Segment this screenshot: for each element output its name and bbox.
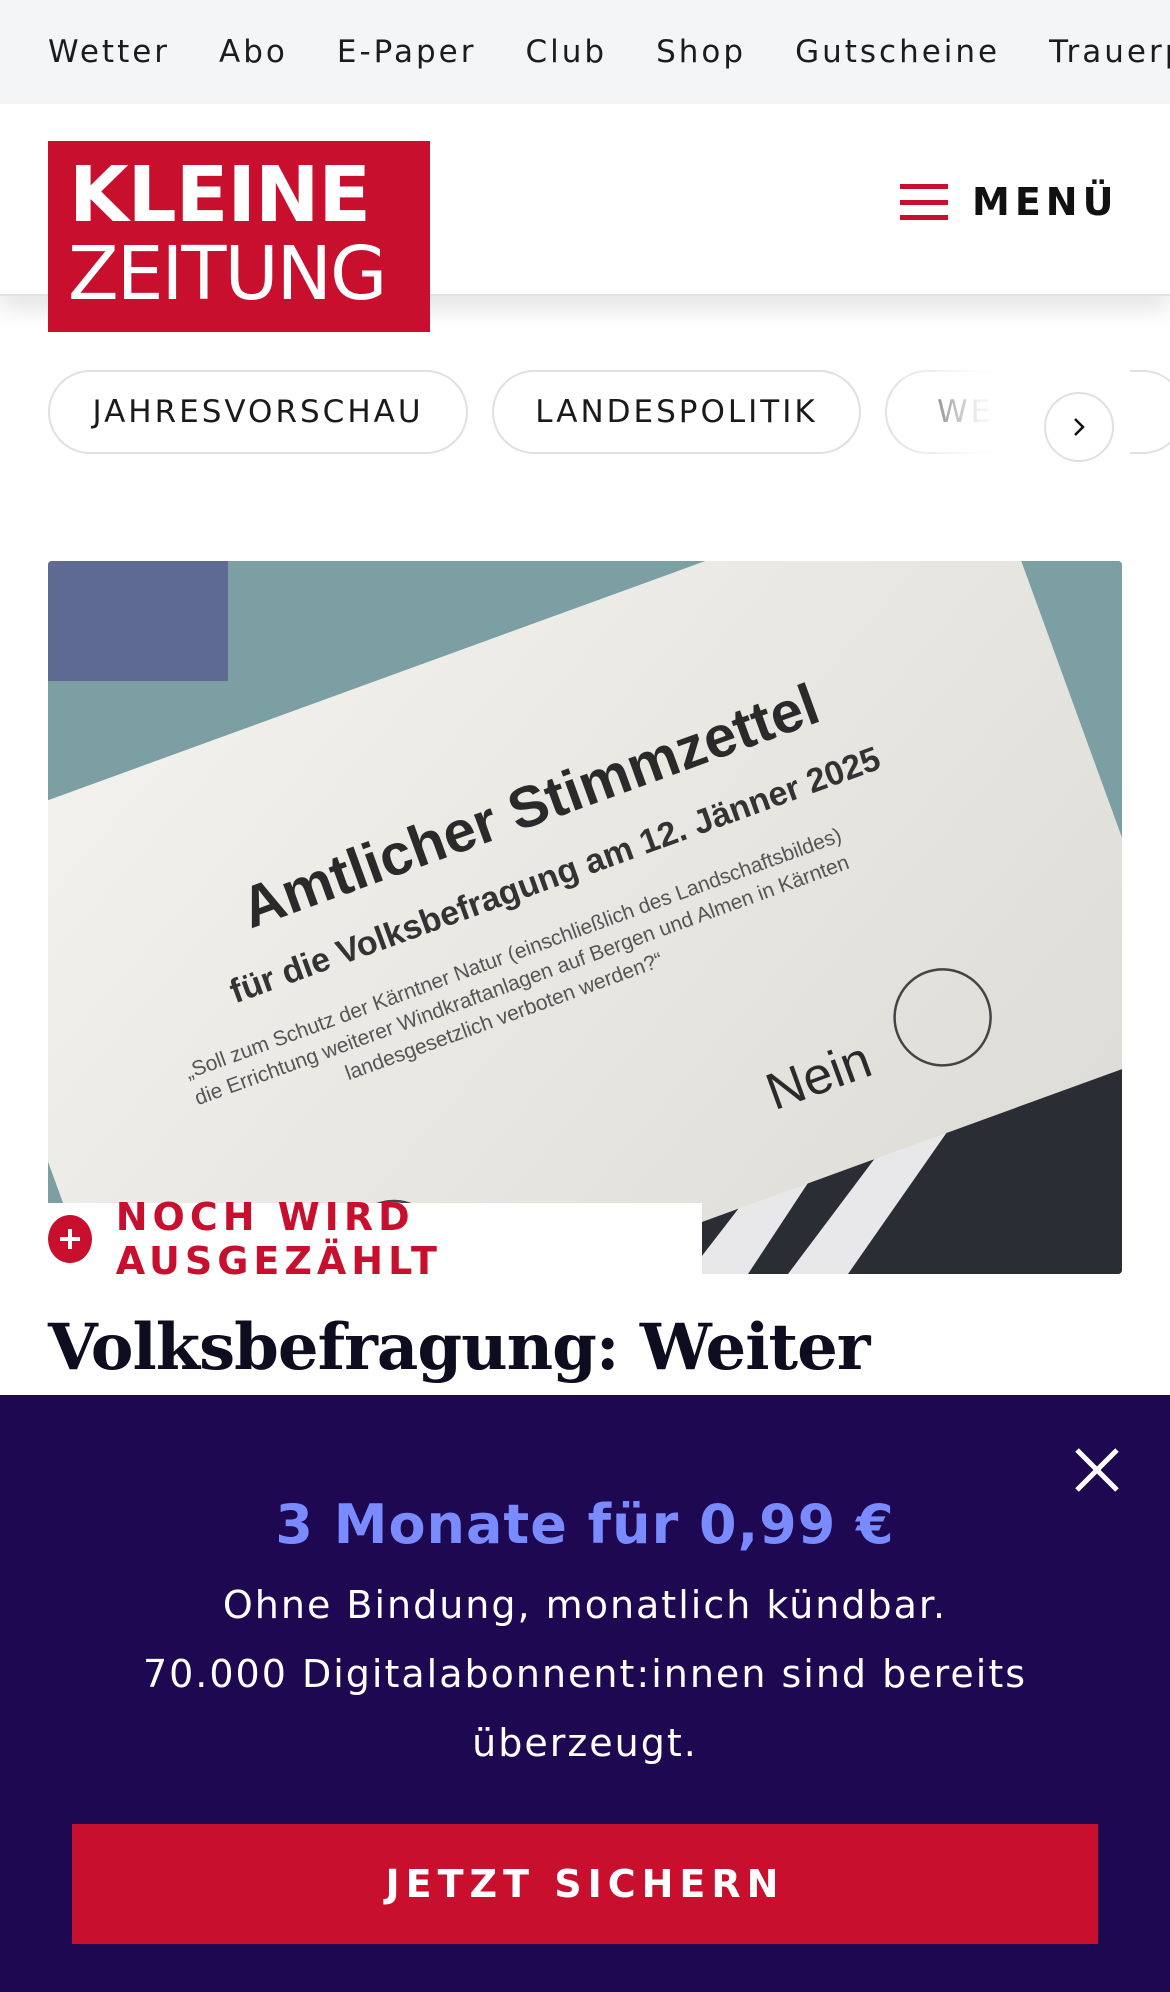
- chips-next-button[interactable]: [1044, 392, 1114, 462]
- kicker-text: NOCH WIRD AUSGEZÄHLT: [115, 1194, 442, 1283]
- chip-jahresvorschau[interactable]: JAHRESVORSCHAU: [48, 370, 468, 454]
- service-link-abo[interactable]: Abo: [219, 34, 288, 70]
- service-bar-list: Wetter Abo E-Paper Club Shop Gutscheine …: [0, 0, 1170, 104]
- paywall-banner: 3 Monate für 0,99 € Ohne Bindung, monatl…: [0, 1395, 1170, 1992]
- plus-icon: [48, 1214, 92, 1263]
- logo-line-1: KLEINE: [69, 151, 371, 240]
- chevron-right-icon: [1074, 418, 1085, 436]
- service-link-trauerportal[interactable]: Trauerp: [1049, 34, 1170, 70]
- hamburger-icon: [900, 184, 948, 220]
- ballot-photo: Amtlicher Stimmzettel für die Volksbefra…: [48, 561, 1122, 1274]
- teaser-image[interactable]: Amtlicher Stimmzettel für die Volksbefra…: [48, 561, 1122, 1274]
- service-bar: Wetter Abo E-Paper Club Shop Gutscheine …: [0, 0, 1170, 104]
- paywall-description: Ohne Bindung, monatlich kündbar. 70.000 …: [120, 1571, 1050, 1778]
- teaser-kicker: NOCH WIRD AUSGEZÄHLT: [48, 1195, 702, 1283]
- service-link-club[interactable]: Club: [525, 34, 607, 70]
- chip-landespolitik[interactable]: LANDESPOLITIK: [492, 370, 861, 454]
- menu-button[interactable]: MENÜ: [900, 170, 1118, 234]
- logo-line-2: ZEITUNG: [68, 231, 387, 317]
- site-logo[interactable]: KLEINE ZEITUNG: [48, 141, 430, 332]
- menu-label: MENÜ: [972, 180, 1119, 224]
- paywall-line-1: Ohne Bindung, monatlich kündbar.: [222, 1583, 948, 1627]
- site-header: KLEINE ZEITUNG MENÜ: [0, 104, 1170, 332]
- paywall-line-2: 70.000 Digitalabonnent:innen sind bereit…: [142, 1652, 1028, 1765]
- paywall-offer: 3 Monate für 0,99 €: [275, 1493, 895, 1556]
- service-link-shop[interactable]: Shop: [656, 34, 746, 70]
- teaser-headline[interactable]: Volksbefragung: Weiter: [48, 1308, 870, 1388]
- topic-chips: JAHRESVORSCHAU LANDESPOLITIK WE: [0, 364, 1170, 464]
- close-icon: [1075, 1448, 1119, 1492]
- service-link-gutscheine[interactable]: Gutscheine: [795, 34, 1000, 70]
- service-link-epaper[interactable]: E-Paper: [337, 34, 477, 70]
- close-button[interactable]: [1072, 1445, 1122, 1495]
- service-link-wetter[interactable]: Wetter: [48, 34, 170, 70]
- subscribe-button[interactable]: JETZT SICHERN: [72, 1824, 1098, 1944]
